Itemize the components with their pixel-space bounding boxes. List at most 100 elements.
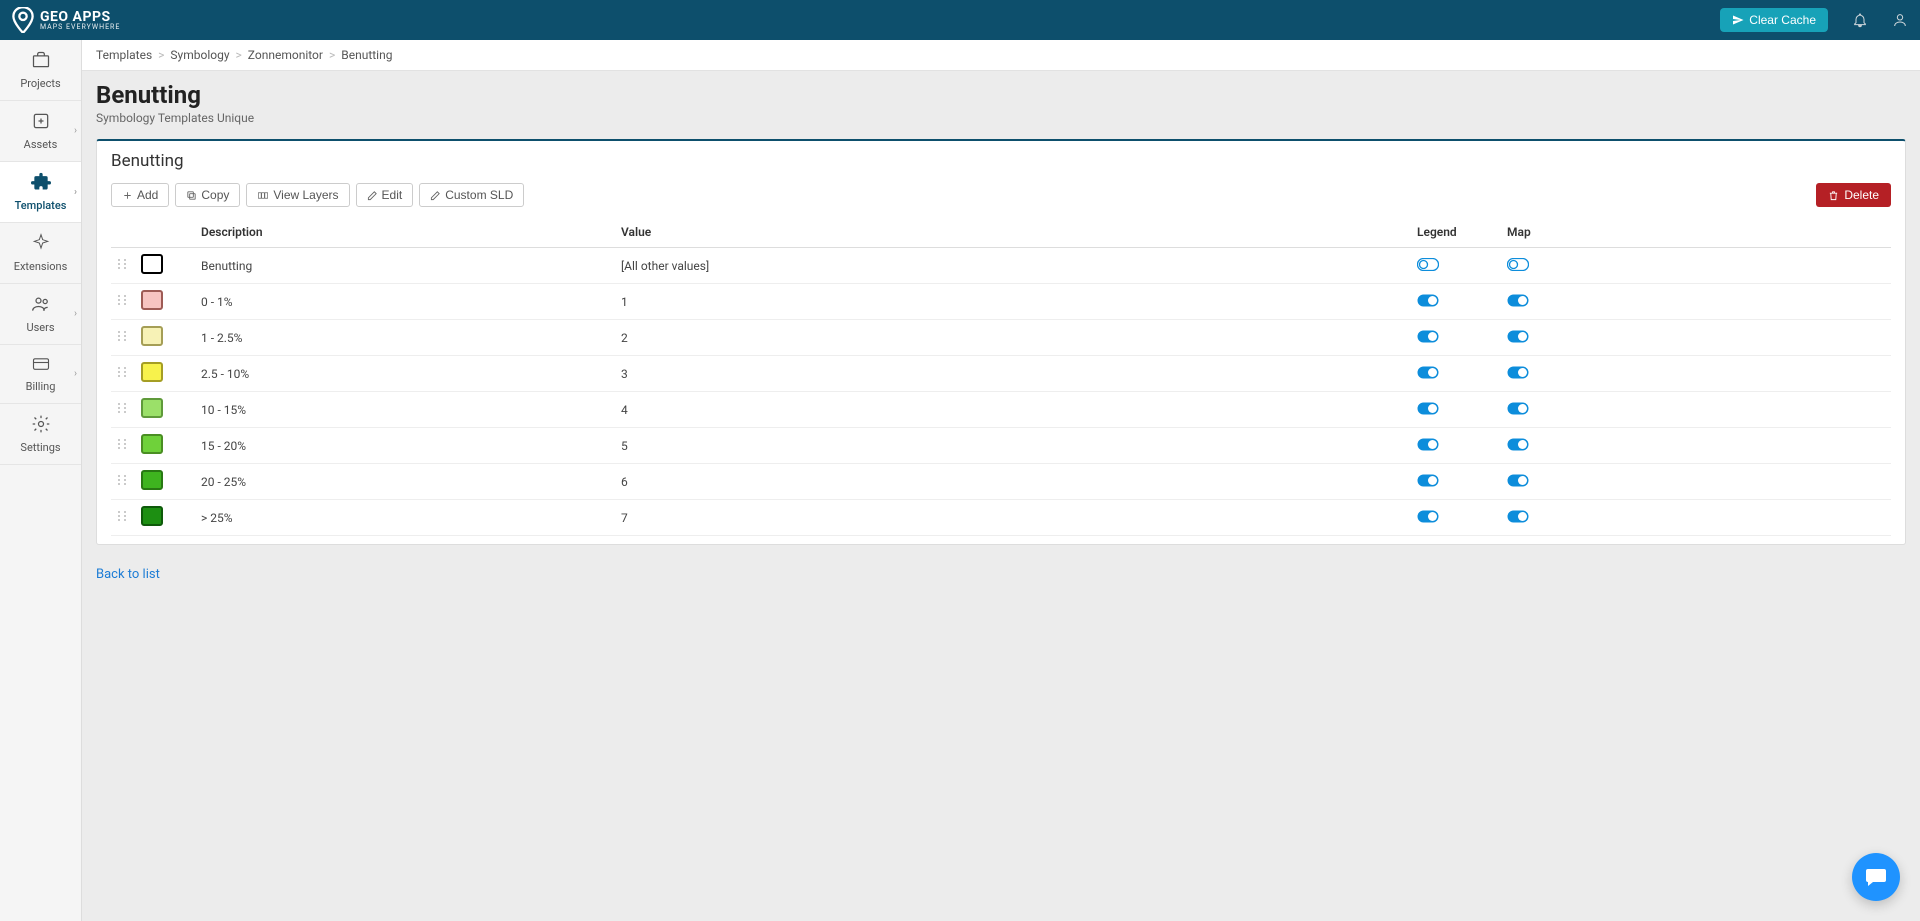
color-swatch[interactable] — [141, 434, 163, 454]
sidebar-item-billing[interactable]: Billing› — [0, 345, 81, 404]
legend-toggle[interactable] — [1417, 330, 1439, 342]
map-toggle[interactable] — [1507, 258, 1529, 270]
paper-plane-icon — [1732, 14, 1744, 26]
legend-toggle[interactable] — [1417, 474, 1439, 486]
breadcrumb-item: Benutting — [341, 48, 392, 62]
map-toggle[interactable] — [1507, 294, 1529, 306]
puzzle-icon — [30, 172, 52, 195]
color-swatch[interactable] — [141, 470, 163, 490]
legend-toggle[interactable] — [1417, 258, 1439, 270]
sidebar-item-assets[interactable]: Assets› — [0, 101, 81, 162]
cell-value: 3 — [615, 356, 1411, 392]
table-row[interactable]: 15 - 20%5 — [111, 428, 1891, 464]
drag-handle-icon[interactable] — [117, 258, 127, 273]
bell-icon[interactable] — [1852, 12, 1868, 28]
legend-toggle[interactable] — [1417, 294, 1439, 306]
plus-icon — [122, 190, 133, 201]
main-content: Templates>Symbology>Zonnemonitor>Benutti… — [82, 40, 1920, 921]
custom-sld-button[interactable]: Custom SLD — [419, 183, 524, 207]
view-layers-button[interactable]: View Layers — [246, 183, 349, 207]
drag-handle-icon[interactable] — [117, 294, 127, 309]
map-toggle[interactable] — [1507, 402, 1529, 414]
table-row[interactable]: 0 - 1%1 — [111, 284, 1891, 320]
map-toggle[interactable] — [1507, 438, 1529, 450]
user-icon[interactable] — [1892, 12, 1908, 28]
copy-icon — [186, 190, 197, 201]
table-row[interactable]: > 25%7 — [111, 500, 1891, 536]
logo[interactable]: GEO APPS MAPS EVERYWHERE — [12, 7, 120, 33]
sidebar-item-label: Projects — [20, 77, 60, 90]
copy-button[interactable]: Copy — [175, 183, 240, 207]
drag-handle-icon[interactable] — [117, 510, 127, 525]
map-toggle[interactable] — [1507, 474, 1529, 486]
color-swatch[interactable] — [141, 506, 163, 526]
map-toggle[interactable] — [1507, 330, 1529, 342]
map-toggle[interactable] — [1507, 366, 1529, 378]
table-row[interactable]: 2.5 - 10%3 — [111, 356, 1891, 392]
delete-button[interactable]: Delete — [1816, 183, 1891, 207]
color-swatch[interactable] — [141, 290, 163, 310]
brand-tagline: MAPS EVERYWHERE — [40, 24, 120, 31]
cell-value: 1 — [615, 284, 1411, 320]
gear-icon — [31, 414, 51, 437]
sidebar: ProjectsAssets›Templates›ExtensionsUsers… — [0, 40, 82, 921]
legend-toggle[interactable] — [1417, 510, 1439, 522]
chevron-right-icon: › — [74, 309, 77, 320]
cell-description: 2.5 - 10% — [195, 356, 615, 392]
breadcrumb: Templates>Symbology>Zonnemonitor>Benutti… — [82, 40, 1920, 71]
breadcrumb-item[interactable]: Zonnemonitor — [248, 48, 323, 62]
breadcrumb-item[interactable]: Templates — [96, 48, 152, 62]
color-swatch[interactable] — [141, 326, 163, 346]
legend-toggle[interactable] — [1417, 402, 1439, 414]
sidebar-item-extensions[interactable]: Extensions — [0, 223, 81, 284]
sidebar-item-label: Templates — [15, 199, 67, 212]
cell-value: 5 — [615, 428, 1411, 464]
cell-description: 15 - 20% — [195, 428, 615, 464]
drag-handle-icon[interactable] — [117, 438, 127, 453]
th-legend: Legend — [1411, 217, 1501, 248]
drag-handle-icon[interactable] — [117, 402, 127, 417]
color-swatch[interactable] — [141, 362, 163, 382]
color-swatch[interactable] — [141, 398, 163, 418]
chevron-right-icon: › — [74, 187, 77, 198]
sidebar-item-label: Users — [26, 321, 54, 334]
back-to-list-link[interactable]: Back to list — [96, 567, 160, 582]
edit-button[interactable]: Edit — [356, 183, 414, 207]
plus-box-icon — [31, 111, 51, 134]
cell-value: 6 — [615, 464, 1411, 500]
legend-toggle[interactable] — [1417, 366, 1439, 378]
chat-icon — [1864, 865, 1888, 889]
add-button[interactable]: Add — [111, 183, 169, 207]
chat-fab[interactable] — [1852, 853, 1900, 901]
cell-value: 7 — [615, 500, 1411, 536]
brand-name: GEO APPS — [40, 10, 120, 24]
symbology-table: Description Value Legend Map Benutting[A… — [111, 217, 1891, 536]
sidebar-item-label: Settings — [20, 441, 60, 454]
table-row[interactable]: 10 - 15%4 — [111, 392, 1891, 428]
clear-cache-button[interactable]: Clear Cache — [1720, 8, 1828, 32]
map-toggle[interactable] — [1507, 510, 1529, 522]
sidebar-item-users[interactable]: Users › — [0, 284, 81, 345]
table-row[interactable]: Benutting[All other values] — [111, 248, 1891, 284]
cell-description: 1 - 2.5% — [195, 320, 615, 356]
color-swatch[interactable] — [141, 254, 163, 274]
logo-pin-icon — [12, 7, 34, 33]
sidebar-item-templates[interactable]: Templates › — [0, 162, 81, 223]
sidebar-item-settings[interactable]: Settings — [0, 404, 81, 465]
table-row[interactable]: 1 - 2.5%2 — [111, 320, 1891, 356]
legend-toggle[interactable] — [1417, 438, 1439, 450]
cell-description: 0 - 1% — [195, 284, 615, 320]
breadcrumb-sep: > — [329, 48, 335, 62]
cell-value: 4 — [615, 392, 1411, 428]
breadcrumb-item[interactable]: Symbology — [170, 48, 229, 62]
page-title: Benutting — [96, 81, 1906, 109]
drag-handle-icon[interactable] — [117, 330, 127, 345]
table-row[interactable]: 20 - 25%6 — [111, 464, 1891, 500]
page-header: Benutting Symbology Templates Unique — [82, 71, 1920, 139]
card-icon — [30, 355, 52, 376]
cell-value: 2 — [615, 320, 1411, 356]
drag-handle-icon[interactable] — [117, 366, 127, 381]
sidebar-item-label: Billing — [26, 380, 56, 393]
sidebar-item-projects[interactable]: Projects — [0, 40, 81, 101]
drag-handle-icon[interactable] — [117, 474, 127, 489]
